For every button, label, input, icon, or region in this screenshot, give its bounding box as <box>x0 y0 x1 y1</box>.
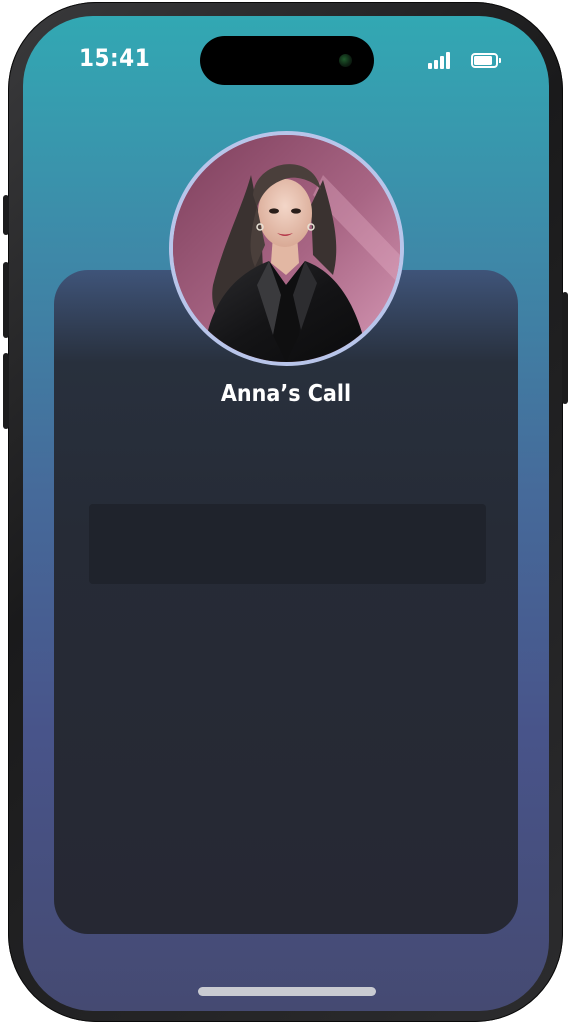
caller-avatar[interactable] <box>169 131 404 366</box>
volume-up-button <box>3 262 9 338</box>
phone-screen: 15:41 Anna’s Call <box>23 16 549 1011</box>
battery-level-fill <box>474 56 492 65</box>
caller-avatar-image <box>173 135 400 362</box>
dynamic-island <box>200 36 374 85</box>
call-card <box>54 270 518 934</box>
caller-name: Anna’s Call <box>220 381 352 407</box>
battery-icon <box>471 53 501 68</box>
front-camera-icon <box>339 54 352 67</box>
action-button <box>3 195 9 235</box>
status-time: 15:41 <box>79 44 151 72</box>
home-indicator[interactable] <box>198 987 376 996</box>
call-content-area <box>89 504 486 584</box>
volume-down-button <box>3 353 9 429</box>
cellular-signal-icon <box>428 51 452 69</box>
power-button <box>562 292 568 404</box>
